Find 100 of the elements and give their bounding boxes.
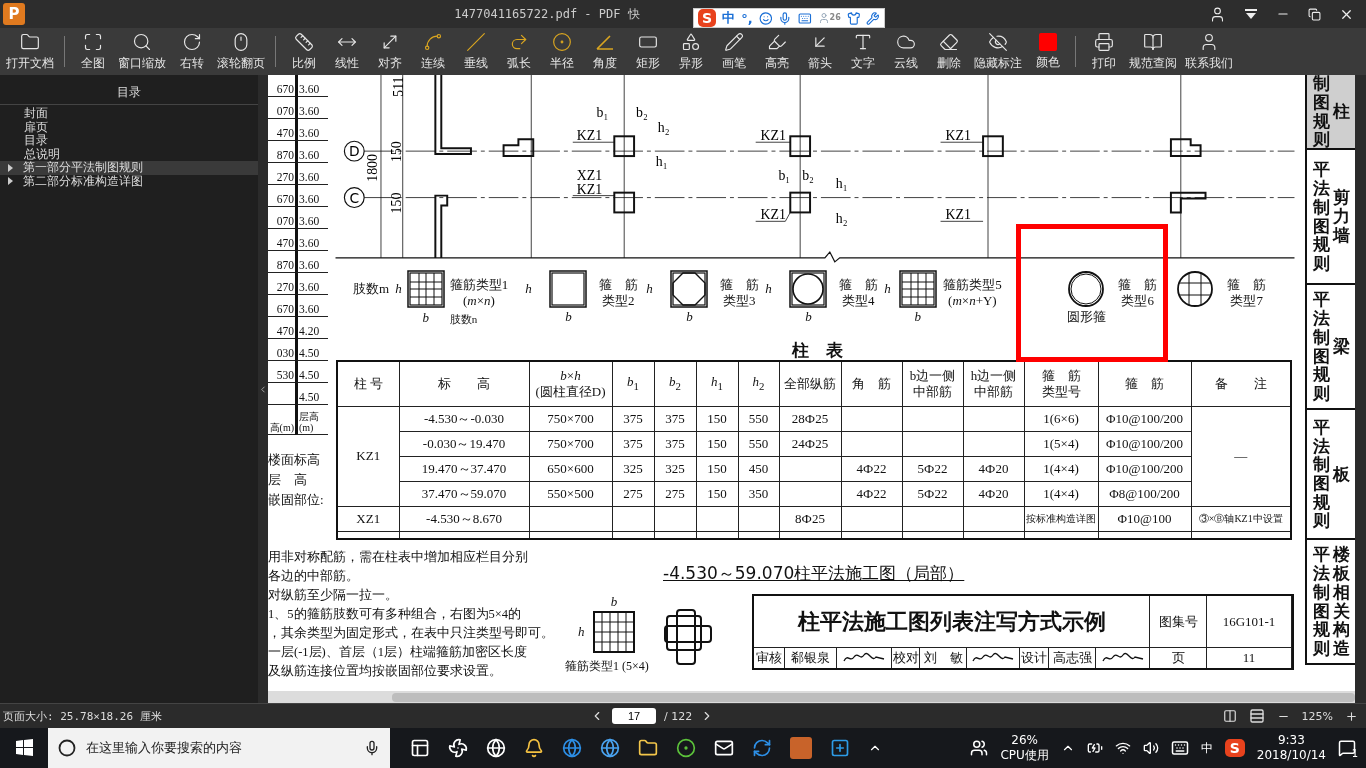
column-header: 全部纵筋	[779, 361, 841, 406]
drawing-label: 511	[390, 76, 406, 97]
two-page-icon[interactable]	[1222, 709, 1237, 723]
table-cell: 3.60	[295, 295, 328, 317]
table-cell: Φ10@100/200	[1098, 406, 1191, 431]
single-page-icon[interactable]	[1248, 708, 1265, 724]
circle-dot-icon[interactable]	[676, 738, 696, 758]
shirt-icon[interactable]	[846, 10, 861, 26]
tree-item[interactable]: 总说明	[0, 147, 258, 161]
dimension-label: h	[577, 624, 586, 640]
table-cell: 270	[268, 163, 295, 185]
page-field[interactable]: 17	[612, 708, 656, 724]
ime-logo[interactable]: S	[1224, 739, 1245, 757]
skin-badge[interactable]: 26	[817, 11, 841, 25]
tree-item[interactable]: 第一部分平法制图规则	[0, 161, 258, 175]
table-cell: KZ1	[337, 406, 399, 506]
toolbar-button[interactable]: 右转	[170, 28, 213, 75]
chapter-tab[interactable]: 平法制图规则 楼板相关构造	[1305, 540, 1355, 665]
volume-icon[interactable]	[1142, 740, 1159, 756]
mail-icon[interactable]	[714, 738, 734, 758]
stirrup-drawing	[788, 268, 829, 309]
toolbar-button[interactable]: 隐藏标注	[970, 28, 1026, 75]
dimension-label: h	[525, 280, 532, 297]
plus-square-icon[interactable]	[830, 738, 850, 758]
stirrup-drawing	[1066, 268, 1107, 309]
table-cell: 3.60	[295, 163, 328, 185]
table-cell: 3.60	[295, 141, 328, 163]
expand-icon[interactable]	[8, 177, 13, 186]
tree-item[interactable]: 第二部分标准构造详图	[0, 174, 258, 188]
toolbar-button[interactable]: 角度	[583, 28, 626, 75]
column-header: b×h (圆柱直径D)	[529, 361, 612, 406]
printer-icon	[1093, 31, 1114, 52]
tree-item[interactable]: 封面	[0, 107, 258, 121]
title-block-label: 图集号	[1150, 596, 1207, 647]
globe-icon[interactable]	[600, 738, 620, 758]
table-cell: 5Ф22	[902, 456, 963, 481]
smiley-icon[interactable]	[758, 10, 773, 26]
ime-mode[interactable]: 中	[1200, 739, 1213, 757]
toolbar-button[interactable]: 滚轮翻页	[213, 28, 269, 75]
toolbar-button[interactable]: 半径	[540, 28, 583, 75]
table-cell: 3.60	[295, 75, 328, 97]
expand-icon[interactable]	[8, 163, 13, 172]
dimension-label: b	[565, 308, 572, 325]
toolbar-button[interactable]: 线性	[325, 28, 368, 75]
wrench-icon[interactable]	[866, 10, 880, 26]
ime-logo[interactable]: S	[698, 9, 717, 27]
toolbar-button[interactable]: 云线	[884, 28, 927, 75]
drawing-label: h₂	[835, 211, 848, 227]
toolbar-button[interactable]: 文字	[841, 28, 884, 75]
account-icon[interactable]	[1209, 5, 1226, 23]
toolbar-button[interactable]: 异形	[669, 28, 712, 75]
keyboard-icon[interactable]	[1170, 739, 1189, 757]
toolbar-button[interactable]: 打开文档	[2, 28, 58, 75]
toolbar-button[interactable]: 窗口缩放	[114, 28, 170, 75]
slash-icon	[465, 31, 486, 52]
search-circle-icon	[58, 739, 76, 757]
search-field[interactable]: 在这里输入你要搜索的内容	[48, 728, 390, 768]
toolbar-button[interactable]: 画笔	[712, 28, 755, 75]
task-view-icon[interactable]	[410, 738, 430, 758]
toolbar-button[interactable]: 删除	[927, 28, 970, 75]
toolbar-button[interactable]: 箭头	[798, 28, 841, 75]
toolbar-button[interactable]: 打印	[1082, 28, 1125, 75]
folder-icon[interactable]	[638, 738, 658, 758]
toolbar-button[interactable]: 联系我们	[1181, 28, 1237, 75]
toolbar-button[interactable]: 矩形	[626, 28, 669, 75]
microphone-icon[interactable]	[364, 740, 380, 756]
toolbar-button[interactable]: 连续	[411, 28, 454, 75]
fan-icon[interactable]	[448, 738, 468, 758]
circle-dot-icon	[551, 31, 572, 52]
zoom-in-icon[interactable]	[1345, 709, 1358, 723]
toolbar-button[interactable]: 高亮	[755, 28, 798, 75]
punctuation-toggle[interactable]: °,	[741, 10, 753, 26]
stirrup-detail-drawing	[662, 606, 715, 668]
toolbar-button[interactable]: 弧长	[497, 28, 540, 75]
table-cell: 150	[696, 406, 738, 431]
tree-item[interactable]: 目录	[0, 134, 258, 148]
table-cell: 150	[696, 431, 738, 456]
refresh-icon[interactable]	[752, 738, 772, 758]
dropdown-icon[interactable]	[1244, 8, 1258, 20]
drawing-label: h₁	[835, 175, 848, 191]
toolbar-button[interactable]: 对齐	[368, 28, 411, 75]
toolbar-button[interactable]: 规范查阅	[1125, 28, 1181, 75]
wifi-icon[interactable]	[1114, 740, 1131, 756]
toolbar-button[interactable]: 全图	[71, 28, 114, 75]
table-cell: 1(5×4)	[1024, 431, 1098, 456]
table-cell: 375	[612, 431, 654, 456]
ime-mode[interactable]: 中	[722, 9, 736, 27]
tree-item[interactable]: 扉页	[0, 120, 258, 134]
toolbar-button[interactable]: 比例	[282, 28, 325, 75]
annotation-rectangle[interactable]	[1016, 224, 1168, 362]
bell-icon[interactable]	[524, 738, 544, 758]
column-header: 箍 筋	[1098, 361, 1191, 406]
restore-icon[interactable]	[1308, 7, 1321, 21]
toolbar-button[interactable]: 垂线	[454, 28, 497, 75]
stirrup-drawing	[669, 268, 710, 309]
toolbar-button[interactable]: 颜色	[1026, 28, 1069, 75]
stirrup-caption: 箍 筋 类型3	[718, 276, 760, 309]
battery-icon[interactable]	[1086, 740, 1103, 756]
people-icon[interactable]	[970, 739, 989, 757]
scrollbar-thumb[interactable]	[392, 692, 1355, 702]
